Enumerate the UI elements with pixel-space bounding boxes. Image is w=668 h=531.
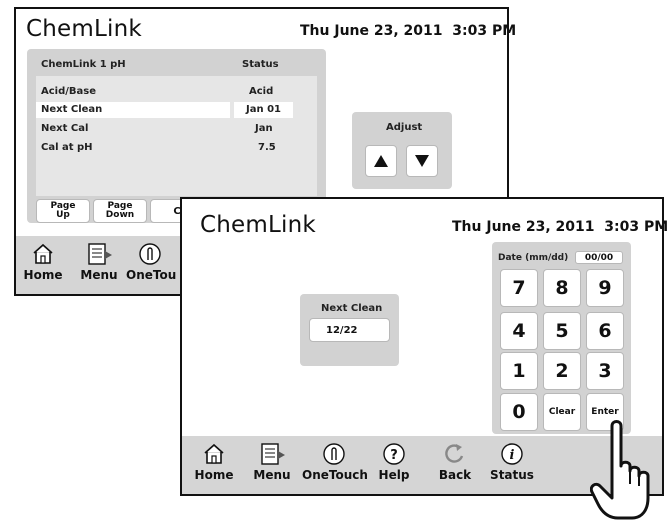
date-entry-value: 00/00 [584,252,614,263]
nav-back-button[interactable]: Back [433,442,477,482]
adjust-label: Adjust [386,122,423,133]
page-up-button[interactable]: Page Up [36,199,90,223]
nav-menu-label: Menu [80,268,118,282]
nav-menu-label: Menu [253,468,291,482]
key-5[interactable]: 5 [543,312,581,350]
app-title: ChemLink [26,16,142,42]
nav-home-button[interactable]: Home [20,242,66,282]
adjust-panel: Adjust [352,112,452,189]
table-row-selected[interactable]: Next Clean Jan 01 [36,102,317,118]
help-icon: ? [383,443,405,465]
date-format-label: Date (mm/dd) [498,253,569,263]
key-3[interactable]: 3 [586,352,624,390]
nav-onetouch-label: OneTouch [302,468,368,482]
key-4[interactable]: 4 [500,312,538,350]
page-down-label: Page Down [105,201,135,220]
nav-onetouch-button[interactable]: OneTouch [302,442,368,482]
page-down-button[interactable]: Page Down [93,199,147,223]
table-row[interactable]: Cal at pH 7.5 [36,140,317,156]
row-value: Jan [255,123,273,134]
nav-home-label: Home [194,468,234,482]
down-arrow-icon [415,155,429,167]
svg-text:?: ? [390,448,398,463]
adjust-down-button[interactable] [406,145,438,177]
adjust-up-button[interactable] [365,145,397,177]
next-clean-panel: Next Clean 12/22 [300,294,399,366]
nav-onetouch-label: OneTou [126,268,177,282]
table-row[interactable]: Acid/Base Acid [36,84,317,100]
app-title: ChemLink [200,212,316,238]
table-row[interactable]: Next Cal Jan [36,121,317,137]
row-label: Cal at pH [41,142,93,153]
next-clean-label: Next Clean [321,303,383,314]
channel-header: ChemLink 1 pH [41,59,126,70]
nav-onetouch-button[interactable]: OneTou [126,242,176,282]
onetouch-icon [139,243,161,265]
up-arrow-icon [374,155,388,167]
onetouch-icon [323,443,345,465]
next-clean-value-field[interactable]: 12/22 [309,318,390,342]
nav-back-label: Back [438,468,472,482]
clear-button[interactable]: Clear [543,393,581,431]
row-value: 7.5 [258,142,276,153]
nav-help-label: Help [378,468,410,482]
row-value: Acid [249,86,274,97]
nav-menu-button[interactable]: Menu [76,242,122,282]
nav-help-button[interactable]: ? Help [374,442,414,482]
page-up-label: Page Up [50,201,76,220]
menu-icon [261,443,285,465]
key-9[interactable]: 9 [586,269,624,307]
keypad-panel: Date (mm/dd) 00/00 7 8 9 4 5 6 1 2 3 0 C… [492,242,631,434]
datetime: Thu June 23, 2011 3:03 PM [452,219,668,235]
svg-text:i: i [510,448,515,463]
nav-home-button[interactable]: Home [191,442,237,482]
status-icon: i [501,443,523,465]
row-label: Next Clean [41,104,103,115]
key-0[interactable]: 0 [500,393,538,431]
row-value: Jan 01 [246,104,281,115]
date-entry-field[interactable]: 00/00 [575,251,623,264]
nav-menu-button[interactable]: Menu [249,442,295,482]
nav-status-label: Status [490,468,534,482]
nav-home-label: Home [23,268,63,282]
next-clean-value: 12/22 [326,324,358,336]
nav-status-button[interactable]: i Status [490,442,534,482]
row-label: Next Cal [41,123,89,134]
key-7[interactable]: 7 [500,269,538,307]
row-label: Acid/Base [41,86,97,97]
home-icon [204,443,224,464]
pointing-hand-icon [590,420,650,520]
datetime: Thu June 23, 2011 3:03 PM [300,23,517,39]
menu-icon [88,243,112,265]
key-8[interactable]: 8 [543,269,581,307]
status-header: Status [242,59,279,70]
back-icon [445,444,464,463]
key-1[interactable]: 1 [500,352,538,390]
key-6[interactable]: 6 [586,312,624,350]
key-2[interactable]: 2 [543,352,581,390]
home-icon [33,243,53,264]
